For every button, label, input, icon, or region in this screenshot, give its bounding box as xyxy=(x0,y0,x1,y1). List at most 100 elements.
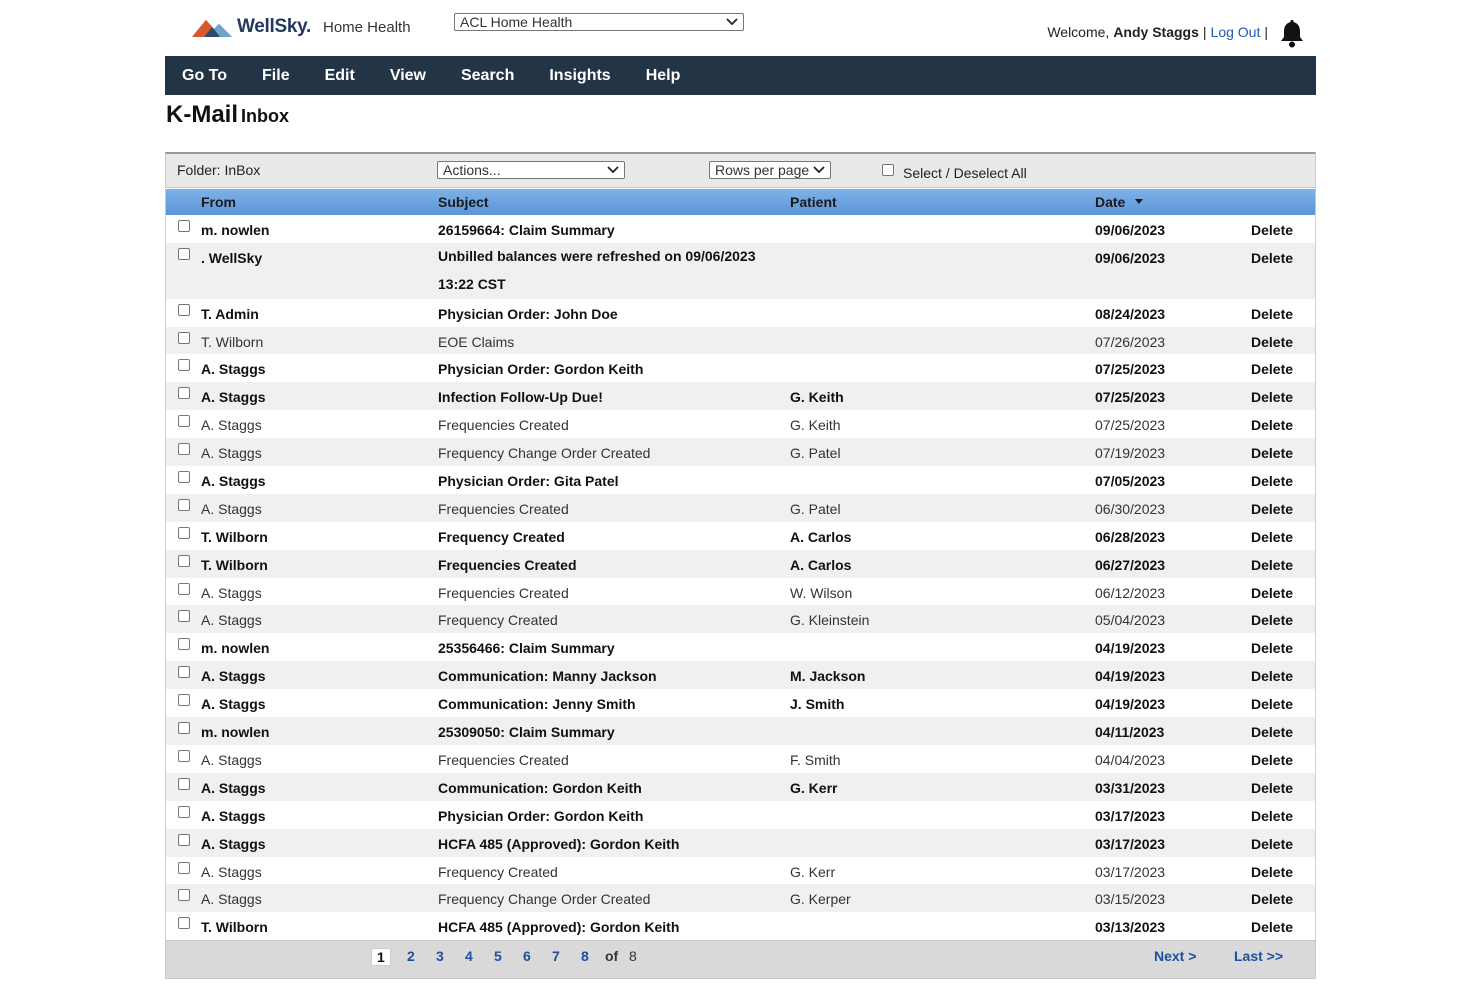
row-subject[interactable]: Infection Follow-Up Due! xyxy=(438,389,603,405)
row-subject[interactable]: EOE Claims xyxy=(438,334,514,350)
bell-icon[interactable] xyxy=(1279,20,1305,48)
row-subject[interactable]: Frequencies Created xyxy=(438,417,569,433)
row-subject[interactable]: Communication: Manny Jackson xyxy=(438,668,657,684)
row-checkbox[interactable] xyxy=(178,220,190,232)
row-delete-link[interactable]: Delete xyxy=(1251,668,1293,684)
page-link-2[interactable]: 2 xyxy=(407,948,415,964)
row-delete-link[interactable]: Delete xyxy=(1251,585,1293,601)
row-delete-link[interactable]: Delete xyxy=(1251,501,1293,517)
row-checkbox[interactable] xyxy=(178,582,190,595)
row-subject[interactable]: 26159664: Claim Summary xyxy=(438,222,615,238)
row-checkbox[interactable] xyxy=(178,498,190,511)
sort-desc-icon[interactable] xyxy=(1135,199,1143,205)
row-subject[interactable]: HCFA 485 (Approved): Gordon Keith xyxy=(438,836,679,852)
row-checkbox[interactable] xyxy=(178,749,190,762)
row-checkbox[interactable] xyxy=(178,861,190,874)
row-subject[interactable]: Unbilled balances were refreshed on 09/0… xyxy=(438,243,768,299)
column-patient[interactable]: Patient xyxy=(790,194,837,210)
row-delete-link[interactable]: Delete xyxy=(1251,808,1293,824)
row-subject[interactable]: Frequencies Created xyxy=(438,752,569,768)
table-row[interactable]: A. Staggs Frequency Created G. Kleinstein 0… xyxy=(166,605,1315,634)
table-row[interactable]: A. Staggs Frequencies Created G. Patel 06/3… xyxy=(166,493,1315,522)
row-checkbox[interactable] xyxy=(178,833,190,846)
row-delete-link[interactable]: Delete xyxy=(1251,389,1293,405)
row-checkbox[interactable] xyxy=(178,526,190,539)
row-checkbox[interactable] xyxy=(178,471,190,484)
page-link-4[interactable]: 4 xyxy=(465,948,473,964)
table-row[interactable]: A. Staggs HCFA 485 (Approved): Gordon Kei… xyxy=(166,828,1315,857)
table-row[interactable]: A. Staggs Physician Order: Gita Patel 07/0… xyxy=(166,466,1315,494)
row-delete-link[interactable]: Delete xyxy=(1251,612,1293,628)
page-link-8[interactable]: 8 xyxy=(581,948,589,964)
table-row[interactable]: A. Staggs Physician Order: Gordon Keith 07… xyxy=(166,354,1315,382)
actions-select[interactable]: Actions... xyxy=(437,161,625,179)
row-checkbox[interactable] xyxy=(178,917,190,930)
table-row[interactable]: T. Wilborn Frequency Created A. Carlos 06/2… xyxy=(166,522,1315,550)
table-row[interactable]: A. Staggs Frequency Created G. Kerr 03/17/2… xyxy=(166,857,1315,885)
row-checkbox[interactable] xyxy=(178,666,190,679)
row-delete-link[interactable]: Delete xyxy=(1251,557,1293,573)
row-checkbox[interactable] xyxy=(178,777,190,790)
table-row[interactable]: T. Wilborn EOE Claims 07/26/2023 Delete xyxy=(166,326,1315,355)
menu-search[interactable]: Search xyxy=(461,67,514,85)
table-row[interactable]: T. Wilborn Frequencies Created A. Carlos 06… xyxy=(166,549,1315,578)
column-from[interactable]: From xyxy=(201,194,236,210)
row-subject[interactable]: 25356466: Claim Summary xyxy=(438,640,615,656)
row-checkbox[interactable] xyxy=(178,805,190,818)
row-subject[interactable]: Frequency Created xyxy=(438,529,565,545)
menu-go-to[interactable]: Go To xyxy=(182,67,227,85)
rows-per-page-select[interactable]: Rows per page xyxy=(709,161,831,179)
page-link-6[interactable]: 6 xyxy=(523,948,531,964)
row-subject[interactable]: Communication: Gordon Keith xyxy=(438,780,642,796)
table-row[interactable]: T. Admin Physician Order: John Doe 08/24/2… xyxy=(166,299,1315,327)
row-delete-link[interactable]: Delete xyxy=(1251,640,1293,656)
page-link-5[interactable]: 5 xyxy=(494,948,502,964)
row-checkbox[interactable] xyxy=(178,694,190,707)
table-row[interactable]: A. Staggs Frequency Change Order Created G… xyxy=(166,884,1315,913)
row-delete-link[interactable]: Delete xyxy=(1251,445,1293,461)
logout-link[interactable]: Log Out xyxy=(1211,24,1261,40)
row-subject[interactable]: 25309050: Claim Summary xyxy=(438,724,615,740)
row-subject[interactable]: Frequency Created xyxy=(438,612,558,628)
row-subject[interactable]: Frequencies Created xyxy=(438,501,569,517)
table-row[interactable]: . WellSky Unbilled balances were refreshe… xyxy=(166,242,1315,299)
row-subject[interactable]: Frequency Created xyxy=(438,864,558,880)
menu-insights[interactable]: Insights xyxy=(549,67,610,85)
row-checkbox[interactable] xyxy=(178,610,190,623)
menu-view[interactable]: View xyxy=(390,67,426,85)
row-checkbox[interactable] xyxy=(178,303,190,316)
row-checkbox[interactable] xyxy=(178,415,190,428)
row-checkbox[interactable] xyxy=(178,554,190,567)
row-subject[interactable]: Frequency Change Order Created xyxy=(438,891,650,907)
row-subject[interactable]: HCFA 485 (Approved): Gordon Keith xyxy=(438,919,679,935)
row-delete-link[interactable]: Delete xyxy=(1251,724,1293,740)
table-row[interactable]: A. Staggs Physician Order: Gordon Keith 03… xyxy=(166,801,1315,829)
row-checkbox[interactable] xyxy=(178,722,190,735)
table-row[interactable]: T. Wilborn HCFA 485 (Approved): Gordon Ke… xyxy=(166,912,1315,940)
row-subject[interactable]: Physician Order: John Doe xyxy=(438,306,618,322)
select-all-checkbox[interactable] xyxy=(882,164,894,176)
row-subject[interactable]: Physician Order: Gordon Keith xyxy=(438,361,643,377)
row-delete-link[interactable]: Delete xyxy=(1251,752,1293,768)
table-row[interactable]: A. Staggs Frequency Change Order Created G… xyxy=(166,438,1315,467)
table-row[interactable]: m. nowlen 26159664: Claim Summary 09/06/20… xyxy=(166,215,1315,243)
page-link-1[interactable]: 1 xyxy=(371,948,391,966)
table-row[interactable]: m. nowlen 25309050: Claim Summary 04/11/20… xyxy=(166,717,1315,745)
row-delete-link[interactable]: Delete xyxy=(1251,334,1293,350)
row-delete-link[interactable]: Delete xyxy=(1251,417,1293,433)
row-checkbox[interactable] xyxy=(178,247,190,260)
row-subject[interactable]: Frequencies Created xyxy=(438,585,569,601)
agency-select[interactable]: ACL Home Health xyxy=(454,13,744,31)
table-row[interactable]: A. Staggs Frequencies Created G. Keith 07/2… xyxy=(166,410,1315,438)
row-delete-link[interactable]: Delete xyxy=(1251,250,1293,266)
table-row[interactable]: A. Staggs Frequencies Created F. Smith 04/0… xyxy=(166,745,1315,773)
row-delete-link[interactable]: Delete xyxy=(1251,919,1293,935)
page-link-3[interactable]: 3 xyxy=(436,948,444,964)
row-subject[interactable]: Frequency Change Order Created xyxy=(438,445,650,461)
row-delete-link[interactable]: Delete xyxy=(1251,780,1293,796)
row-checkbox[interactable] xyxy=(178,331,190,344)
row-checkbox[interactable] xyxy=(178,359,190,372)
column-date[interactable]: Date xyxy=(1095,194,1125,210)
row-checkbox[interactable] xyxy=(178,387,190,400)
page-link-7[interactable]: 7 xyxy=(552,948,560,964)
